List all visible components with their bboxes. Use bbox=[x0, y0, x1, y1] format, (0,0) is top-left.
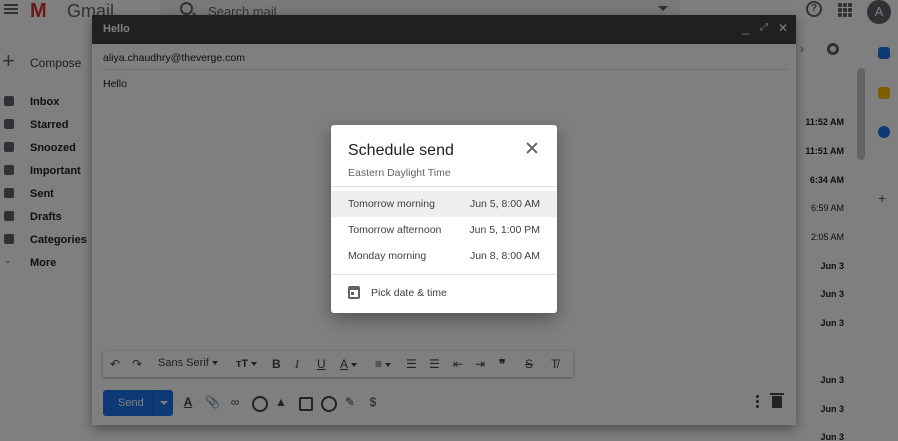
option-date: Jun 8, 8:00 AM bbox=[469, 250, 540, 262]
calendar-icon bbox=[348, 286, 360, 299]
schedule-option-monday-morning[interactable]: Monday morning Jun 8, 8:00 AM bbox=[331, 243, 557, 269]
divider bbox=[331, 274, 557, 275]
option-date: Jun 5, 1:00 PM bbox=[469, 224, 540, 236]
timezone-label: Eastern Daylight Time bbox=[348, 167, 451, 179]
pick-date-time-button[interactable]: Pick date & time bbox=[331, 278, 557, 308]
dialog-title: Schedule send bbox=[348, 142, 454, 159]
schedule-option-tomorrow-afternoon[interactable]: Tomorrow afternoon Jun 5, 1:00 PM bbox=[331, 217, 557, 243]
option-label: Tomorrow morning bbox=[348, 198, 435, 210]
schedule-send-dialog: Schedule send Eastern Daylight Time Tomo… bbox=[331, 125, 557, 313]
option-label: Monday morning bbox=[348, 250, 427, 262]
option-label: Tomorrow afternoon bbox=[348, 224, 442, 236]
option-date: Jun 5, 8:00 AM bbox=[469, 198, 540, 210]
divider bbox=[331, 186, 557, 187]
schedule-option-tomorrow-morning[interactable]: Tomorrow morning Jun 5, 8:00 AM bbox=[331, 191, 557, 217]
pick-date-time-label: Pick date & time bbox=[371, 287, 447, 299]
close-icon[interactable] bbox=[525, 141, 539, 155]
